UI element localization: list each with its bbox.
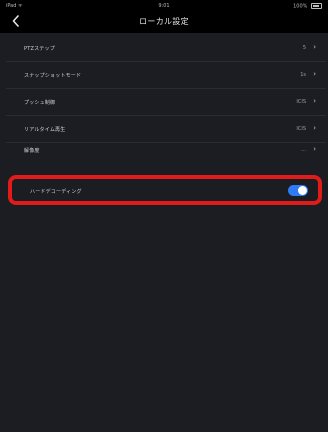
toggle-knob <box>298 186 307 195</box>
setting-value: ICIS <box>296 126 306 132</box>
setting-label: 解像度 <box>24 148 40 154</box>
navigation-bar: ローカル設定 <box>0 12 328 30</box>
setting-value: 5 <box>302 45 306 51</box>
setting-value: ICIS <box>296 99 306 105</box>
setting-label: PTZステップ <box>24 46 55 52</box>
chevron-right-icon: › <box>313 124 316 132</box>
chevron-right-icon: › <box>313 145 316 153</box>
settings-list: PTZステップ 5 › スナップショットモード 1s › プッシュ制御 ICIS… <box>6 35 326 155</box>
setting-label: リアルタイム再生 <box>24 127 66 133</box>
setting-row-push-control[interactable]: プッシュ制御 ICIS › <box>6 89 326 116</box>
setting-row-realtime-playback[interactable]: リアルタイム再生 ICIS › <box>6 116 326 143</box>
setting-label: ハードデコーディング <box>30 189 82 195</box>
setting-value: 1s <box>300 72 306 78</box>
hardware-decoding-toggle[interactable] <box>288 185 308 196</box>
setting-row-hardware-decoding: ハードデコーディング <box>8 175 322 205</box>
chevron-right-icon: › <box>313 70 316 78</box>
setting-value: … <box>301 147 306 153</box>
status-time: 9:01 <box>158 3 170 9</box>
setting-row-ptz-step[interactable]: PTZステップ 5 › <box>6 35 326 62</box>
settings-panel: PTZステップ 5 › スナップショットモード 1s › プッシュ制御 ICIS… <box>0 33 328 432</box>
setting-label: スナップショットモード <box>24 73 82 79</box>
status-battery-group: 100% <box>293 3 322 10</box>
status-battery-text: 100% <box>293 3 308 10</box>
chevron-right-icon: › <box>313 97 316 105</box>
setting-label: プッシュ制御 <box>24 100 56 106</box>
setting-row-resolution[interactable]: 解像度 … › <box>6 143 326 155</box>
setting-row-snapshot-mode[interactable]: スナップショットモード 1s › <box>6 62 326 89</box>
battery-icon <box>311 3 322 9</box>
chevron-right-icon: › <box>313 43 316 51</box>
page-title: ローカル設定 <box>139 17 189 26</box>
